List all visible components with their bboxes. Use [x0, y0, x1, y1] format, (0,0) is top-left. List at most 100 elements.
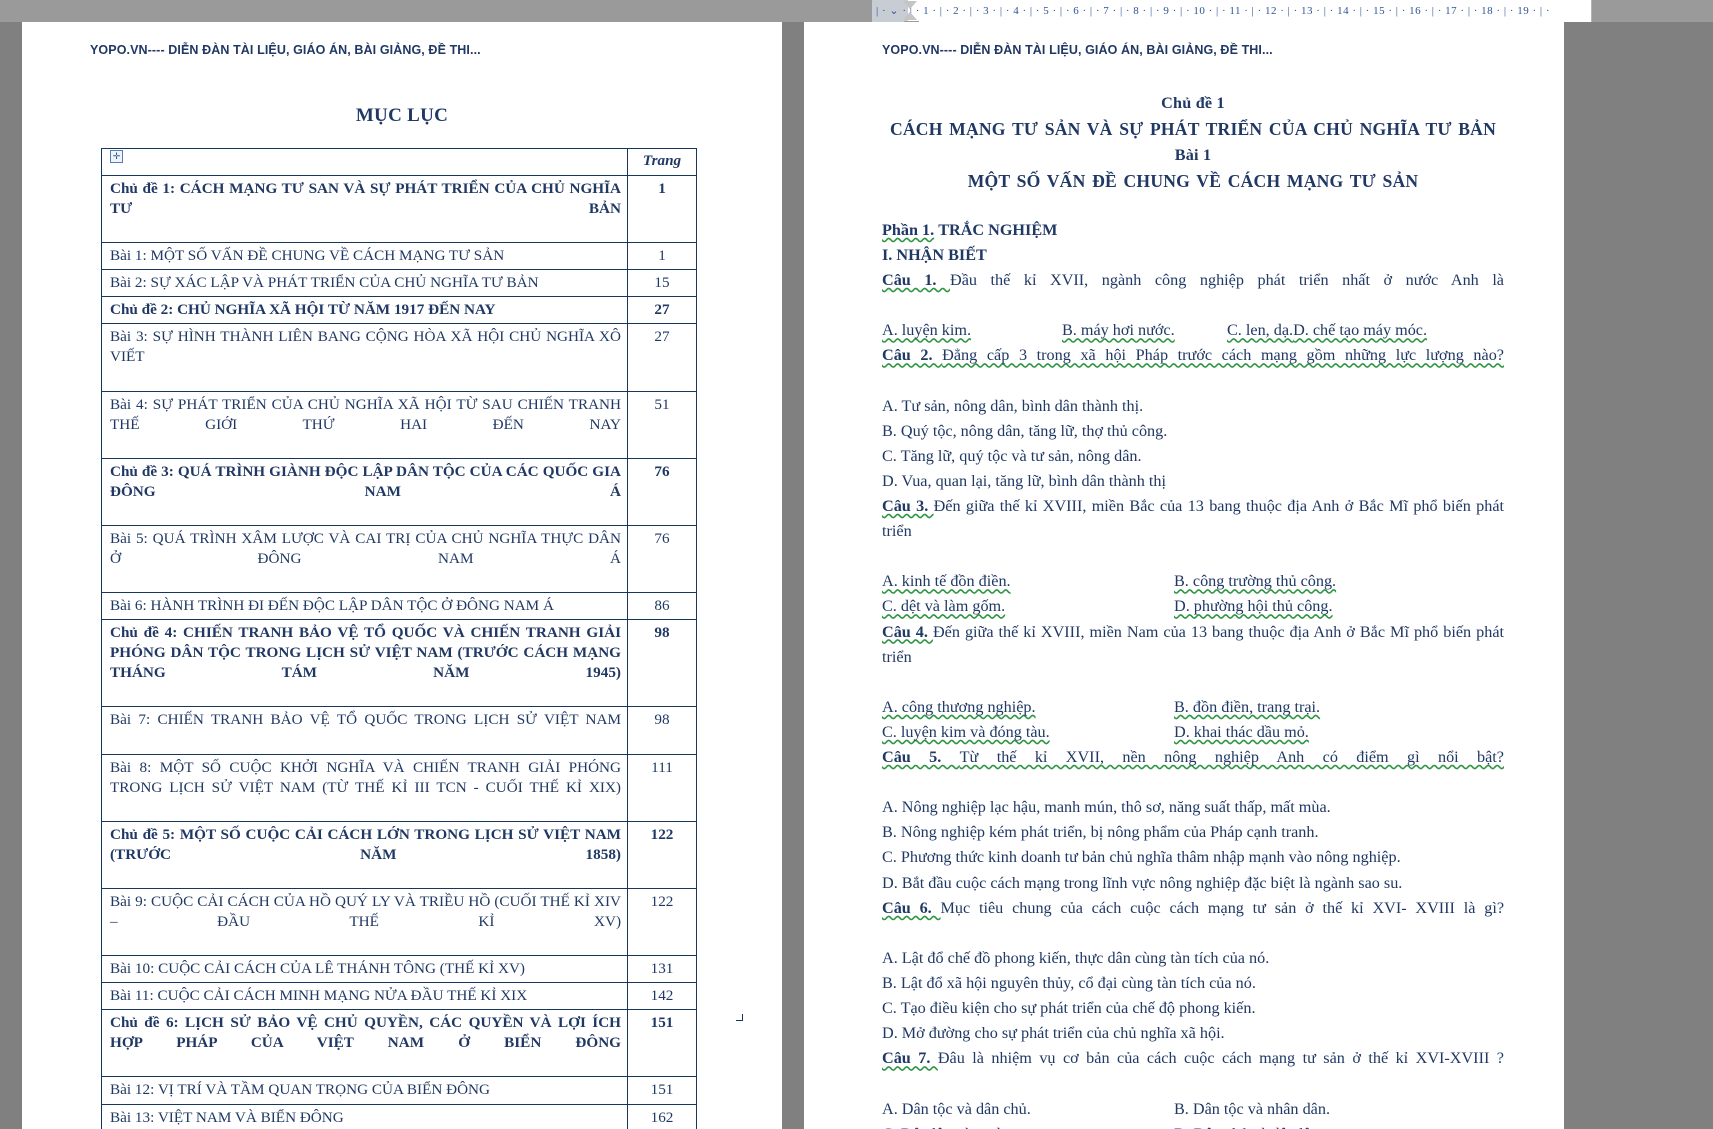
toc-entry-page: 76 [627, 524, 697, 594]
toc-entry-page: 142 [627, 982, 697, 1011]
question-text: Đầu thế kỉ XVII, ngành công nghiệp phát … [950, 270, 1504, 289]
table-row[interactable]: Chủ đề 2: CHỦ NGHĨA XÃ HỘI TỪ NĂM 1917 Đ… [101, 296, 697, 325]
toc-entry-title: Chủ đề 6: LỊCH SỬ BẢO VỆ CHỦ QUYỀN, CÁC … [101, 1009, 628, 1078]
toc-entry-page: 122 [627, 820, 697, 889]
question-stem: Câu 6. Mục tiêu chung của cách cuộc cách… [882, 896, 1504, 946]
toc-entry-title: Bài 6: HÀNH TRÌNH ĐI ĐẾN ĐỘC LẬP DÂN TỘC… [101, 592, 628, 621]
option-b: B. Nông nghiệp kém phát triển, bị nông p… [882, 823, 1319, 842]
table-row[interactable]: Bài 6: HÀNH TRÌNH ĐI ĐẾN ĐỘC LẬP DÂN TỘC… [101, 592, 697, 621]
toc-entry-page: 111 [627, 753, 697, 822]
toc-entry-title: Chủ đề 4: CHIẾN TRANH BẢO VỆ TỔ QUỐC VÀ … [101, 619, 628, 708]
option-d: D. Bắt đầu cuộc cách mạng trong lĩnh vực… [882, 873, 1403, 892]
toc-header-entry [101, 148, 628, 176]
toc-entry-page: 27 [627, 296, 697, 325]
table-row[interactable]: Bài 13: VIỆT NAM VÀ BIỂN ĐÔNG 162 [101, 1103, 697, 1129]
option-c: C. Độc lập và tự do. [882, 1122, 1174, 1129]
option-row: A. luyện kim. B. máy hơi nước. C. len, dạ.… [882, 318, 1504, 343]
toc-entry-page: 131 [627, 955, 697, 984]
toc-entry-title: Chủ đề 5: MỘT SỐ CUỘC CẢI CÁCH LỚN TRONG… [101, 820, 628, 889]
option-a: A. Tư sản, nông dân, bình dân thành thị. [882, 396, 1144, 415]
table-row[interactable]: Bài 9: CUỘC CẢI CÁCH CỦA HỒ QUÝ LY VÀ TR… [101, 887, 697, 957]
document-page-right[interactable]: YOPO.VN---- DIỄN ĐÀN TÀI LIỆU, GIÁO ÁN, … [804, 22, 1564, 1129]
option-c: C. Phương thức kinh doanh tư bản chủ ngh… [882, 848, 1401, 867]
table-row[interactable]: Bài 12: VỊ TRÍ VÀ TẦM QUAN TRỌNG CỦA BIỂ… [101, 1076, 697, 1105]
option-c: C. dệt và làm gốm. [882, 597, 1006, 616]
toc-entry-title: Bài 12: VỊ TRÍ VÀ TẦM QUAN TRỌNG CỦA BIỂ… [101, 1076, 628, 1105]
table-row[interactable]: Chủ đề 5: MỘT SỐ CUỘC CẢI CÁCH LỚN TRONG… [101, 820, 697, 889]
table-row[interactable]: Chủ đề 1: CÁCH MẠNG TƯ SAN VÀ SỰ PHÁT TR… [101, 174, 697, 244]
option-row: C. dệt và làm gốm. D. phường hội thủ công… [882, 594, 1504, 619]
toc-header-page: Trang [627, 148, 697, 176]
table-row[interactable]: Chủ đề 6: LỊCH SỬ BẢO VỆ CHỦ QUYỀN, CÁC … [101, 1009, 697, 1078]
table-of-contents: Trang Chủ đề 1: CÁCH MẠNG TƯ SAN VÀ SỰ PH… [101, 148, 697, 1129]
toc-entry-title: Chủ đề 3: QUÁ TRÌNH GIÀNH ĐỘC LẬP DÂN TỘ… [101, 457, 628, 526]
table-row[interactable]: Chủ đề 4: CHIẾN TRANH BẢO VỆ TỔ QUỐC VÀ … [101, 619, 697, 708]
option-c: C. Tạo điều kiện cho sự phát triển của c… [882, 999, 1256, 1018]
first-line-indent-marker[interactable] [903, 1, 917, 9]
toc-entry-title: Bài 1: MỘT SỐ VẤN ĐỀ CHUNG VỀ CÁCH MẠNG … [101, 242, 628, 271]
option-a: A. luyện kim. [882, 321, 972, 340]
option-a: A. kinh tế đồn điền. [882, 572, 1011, 591]
toc-entry-page: 122 [627, 887, 697, 957]
option-b: B. Quý tộc, nông dân, tăng lữ, thợ thủ c… [882, 421, 1168, 440]
table-row[interactable]: Bài 3: SỰ HÌNH THÀNH LIÊN BANG CỘNG HÒA … [101, 323, 697, 392]
toc-title: MỤC LỤC [355, 105, 449, 126]
option-d: D. chế tạo máy móc. [1293, 321, 1428, 340]
option-d: D. Dân chủ và độc lập. [1174, 1122, 1323, 1129]
toc-entry-page: 98 [627, 706, 697, 755]
question-label: Câu 1. [882, 270, 951, 289]
question-text: Đến giữa thế kỉ XVIII, miền Bắc của 13 b… [882, 496, 1504, 541]
option-b: B. Lật đổ xã hội nguyên thủy, cổ đại cùn… [882, 974, 1256, 993]
question-label: Câu 6. [882, 898, 941, 917]
ruler-bar: | · ⌄ · | · 1 · | · 2 · | · 3 · | · 4 · … [0, 0, 1713, 32]
table-row[interactable]: Bài 2: SỰ XÁC LẬP VÀ PHÁT TRIỂN CỦA CHỦ … [101, 269, 697, 298]
question-stem: Câu 1. Đầu thế kỉ XVII, ngành công nghiệ… [882, 268, 1504, 318]
toc-entry-page: 27 [627, 323, 697, 392]
table-row[interactable]: Bài 5: QUÁ TRÌNH XÂM LƯỢC VÀ CAI TRỊ CỦA… [101, 524, 697, 594]
question-label: Câu 4. [882, 622, 933, 641]
option-row: A. công thương nghiệp. B. đồn điền, trang… [882, 695, 1504, 720]
toc-entry-title: Chủ đề 2: CHỦ NGHĨA XÃ HỘI TỪ NĂM 1917 Đ… [101, 296, 628, 325]
option-c: C. len, dạ. [1227, 321, 1294, 340]
table-row[interactable]: Bài 10: CUỘC CẢI CÁCH CỦA LÊ THÁNH TÔNG … [101, 955, 697, 984]
toc-entry-page: 76 [627, 457, 697, 526]
table-row[interactable]: Bài 8: MỘT SỐ CUỘC KHỞI NGHĨA VÀ CHIẾN T… [101, 753, 697, 822]
option-a: A. Lật đổ chế đồ phong kiến, thực dân cù… [882, 948, 1270, 967]
ruler-tick-labels: | · ⌄ · | · 1 · | · 2 · | · 3 · | · 4 · … [876, 5, 1550, 17]
option-b: B. đồn điền, trang trại. [1174, 697, 1321, 716]
option-row: C. Độc lập và tự do.D. Dân chủ và độc lậ… [882, 1122, 1504, 1129]
toc-entry-title: Bài 3: SỰ HÌNH THÀNH LIÊN BANG CỘNG HÒA … [101, 323, 628, 392]
chude-title: CÁCH MẠNG TƯ SẢN VÀ SỰ PHÁT TRIỂN CỦA CH… [889, 119, 1496, 140]
option-row: A. kinh tế đồn điền. B. công trường thủ c… [882, 569, 1504, 594]
part-label: Phần 1. [882, 220, 935, 239]
question-label: Câu 3. [882, 496, 934, 515]
question-text: Đâu là nhiệm vụ cơ bản của cách cuộc các… [937, 1049, 1504, 1068]
table-move-handle-icon[interactable]: ✛ [110, 150, 123, 163]
table-row[interactable]: Bài 4: SỰ PHÁT TRIỂN CỦA CHỦ NGHĨA XÃ HỘ… [101, 390, 697, 459]
question-stem: Câu 3. Đến giữa thế kỉ XVIII, miền Bắc c… [882, 494, 1504, 569]
lesson-content: Chủ đề 1 CÁCH MẠNG TƯ SẢN VÀ SỰ PHÁT TRI… [882, 91, 1504, 1129]
question-stem: Câu 7. Đâu là nhiệm vụ cơ bản của cách c… [882, 1046, 1504, 1096]
option-c: C. luyện kim và đóng tàu. [882, 722, 1050, 741]
option-d: D. Vua, quan lại, tăng lữ, bình dân thàn… [882, 471, 1166, 490]
table-row[interactable]: Bài 1: MỘT SỐ VẤN ĐỀ CHUNG VỀ CÁCH MẠNG … [101, 242, 697, 271]
question-text: Đẳng cấp 3 trong xã hội Pháp trước cách … [942, 346, 1504, 365]
toc-entry-title: Bài 13: VIỆT NAM VÀ BIỂN ĐÔNG [101, 1103, 628, 1129]
hanging-indent-marker[interactable] [903, 12, 917, 20]
toc-entry-page: 1 [627, 174, 697, 244]
table-row[interactable]: Chủ đề 3: QUÁ TRÌNH GIÀNH ĐỘC LẬP DÂN TỘ… [101, 457, 697, 526]
toc-entry-page: 51 [627, 390, 697, 459]
table-resize-handle-icon[interactable] [736, 1014, 743, 1021]
option-a: A. Dân tộc và dân chủ. [882, 1099, 1031, 1118]
option-d: D. khai thác dầu mỏ. [1174, 722, 1309, 741]
option-b: B. công trường thủ công. [1174, 572, 1337, 591]
question-list: Câu 1. Đầu thế kỉ XVII, ngành công nghiệ… [882, 268, 1504, 1129]
question-text: Đến giữa thế kỉ XVIII, miền Nam của 13 b… [882, 622, 1505, 666]
question-label: Câu 2. [882, 346, 943, 365]
document-page-left[interactable]: YOPO.VN---- DIỄN ĐÀN TÀI LIỆU, GIÁO ÁN, … [22, 22, 782, 1129]
toc-entry-title: Bài 7: CHIẾN TRANH BẢO VỆ TỔ QUỐC TRONG … [101, 706, 628, 755]
toc-entry-page: 162 [627, 1103, 697, 1129]
table-row[interactable]: Bài 11: CUỘC CẢI CÁCH MINH MẠNG NỬA ĐẦU … [101, 982, 697, 1011]
table-row[interactable]: Bài 7: CHIẾN TRANH BẢO VỆ TỔ QUỐC TRONG … [101, 706, 697, 755]
question-stem: Câu 5. Từ thế kỉ XVII, nền nông nghiệp A… [882, 745, 1504, 795]
